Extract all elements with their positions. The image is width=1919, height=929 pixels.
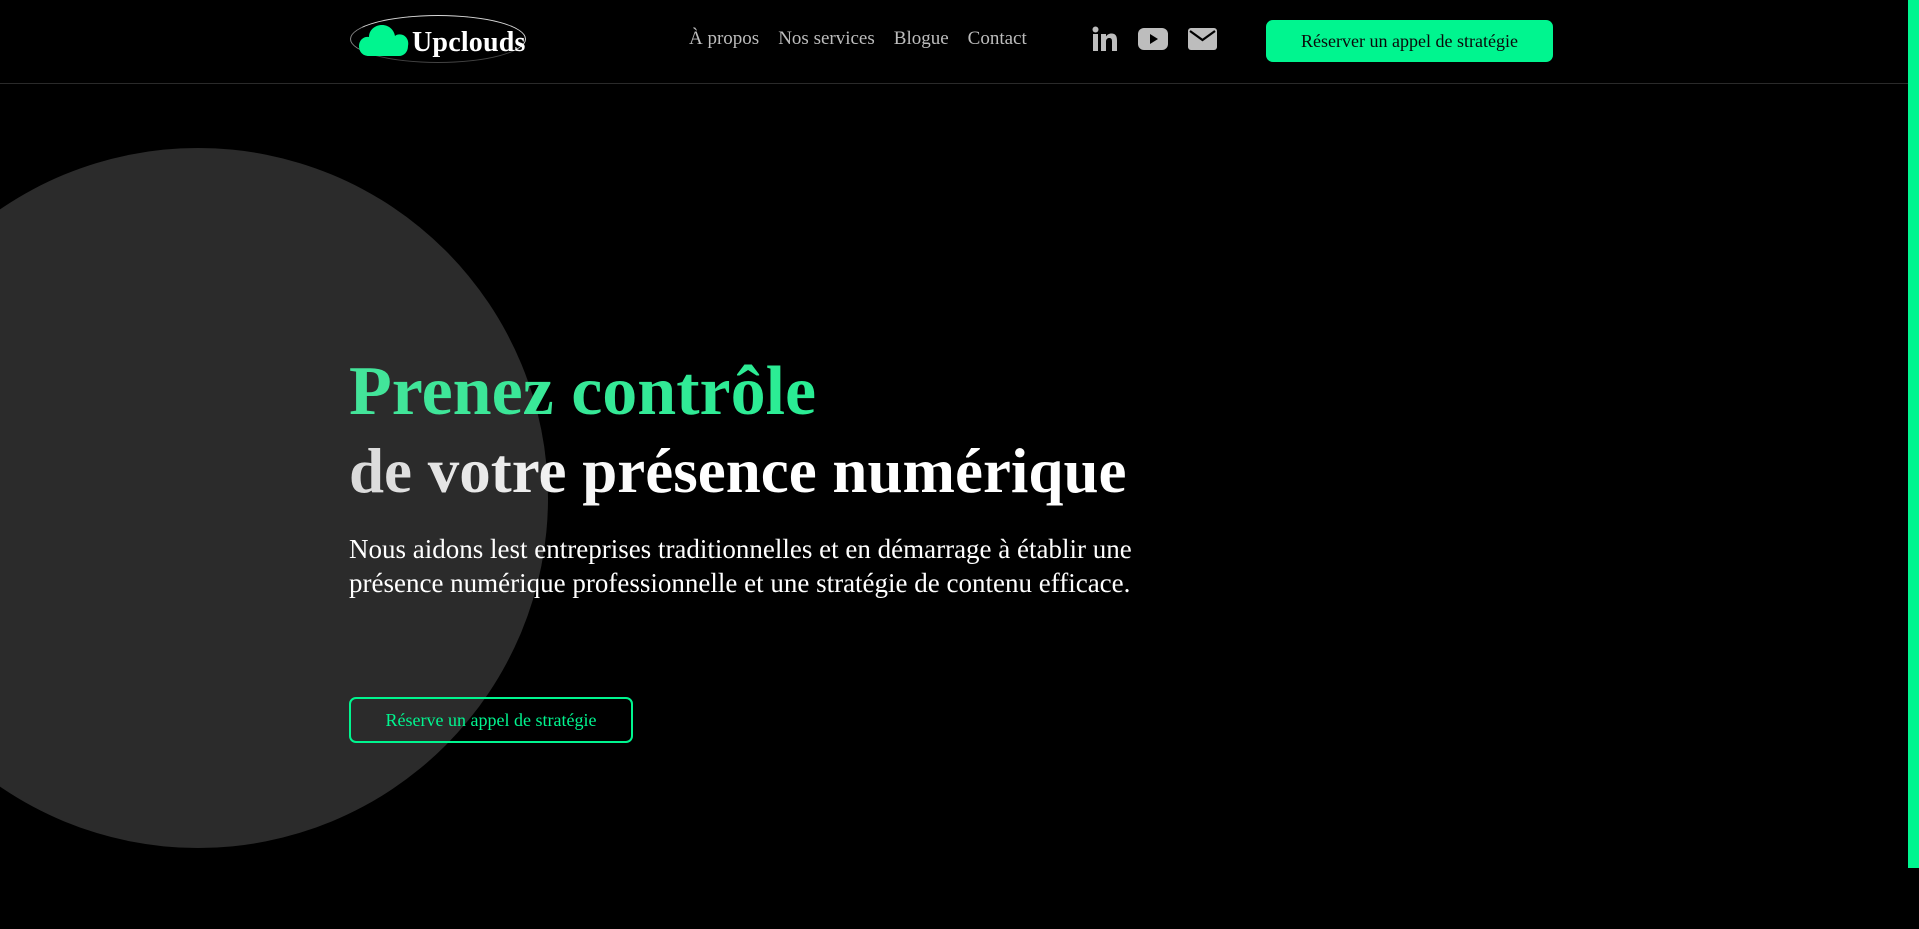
scroll-indicator <box>1908 0 1919 868</box>
mail-icon[interactable] <box>1188 28 1217 55</box>
hero-section: Prenez contrôle de votre présence numéri… <box>349 352 1249 600</box>
linkedin-icon[interactable] <box>1092 26 1118 57</box>
nav-item-blogue[interactable]: Blogue <box>894 28 949 50</box>
site-header: Upclouds À propos Nos services Blogue Co… <box>0 0 1908 84</box>
hero-description: Nous aidons lest entreprises traditionne… <box>349 534 1132 598</box>
nav-item-a-propos[interactable]: À propos <box>689 28 759 50</box>
book-strategy-call-button[interactable]: Réserver un appel de stratégie <box>1266 20 1553 62</box>
nav-item-nos-services[interactable]: Nos services <box>778 28 875 50</box>
social-links <box>1092 26 1217 57</box>
youtube-icon[interactable] <box>1138 27 1168 56</box>
main-nav: À propos Nos services Blogue Contact <box>689 28 1027 50</box>
nav-item-contact[interactable]: Contact <box>968 28 1027 50</box>
hero-title-line2: de votre présence numérique <box>349 432 1249 510</box>
hero-strategy-call-button[interactable]: Réserve un appel de stratégie <box>349 697 633 743</box>
cloud-icon <box>359 25 409 56</box>
logo[interactable]: Upclouds <box>350 14 530 66</box>
page: Upclouds À propos Nos services Blogue Co… <box>0 0 1919 929</box>
logo-text: Upclouds <box>412 27 526 58</box>
hero-title-line1: Prenez contrôle <box>349 352 1249 432</box>
